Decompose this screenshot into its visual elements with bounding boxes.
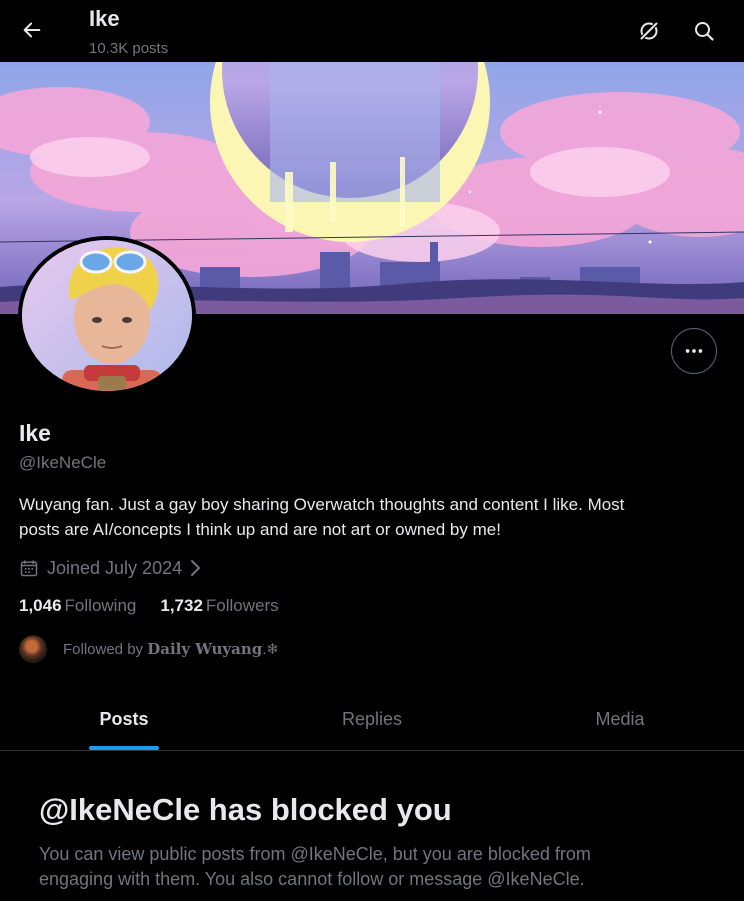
grok-button[interactable]	[631, 13, 667, 49]
blocked-title: @IkeNeCle has blocked you	[39, 792, 452, 827]
bio-line: posts are AI/concepts I think up and are…	[19, 520, 501, 539]
grok-slash-icon	[639, 21, 659, 41]
follow-stats: 1,046 Following 1,732 Followers	[19, 596, 279, 616]
profile-avatar[interactable]	[18, 236, 196, 395]
header-title: Ike	[89, 6, 120, 31]
joined-label: Joined July 2024	[47, 557, 183, 578]
top-bar: Ike 10.3K posts	[0, 0, 744, 62]
followed-by-prefix: Followed by	[63, 641, 144, 658]
search-icon	[695, 22, 714, 41]
calendar-icon	[19, 557, 41, 579]
profile-handle: @IkeNeCle	[19, 453, 107, 472]
followed-by-text: Followed by Daily Wuyang.❄	[63, 640, 279, 658]
profile-bio: Wuyang fan. Just a gay boy sharing Overw…	[19, 492, 719, 542]
tab-media[interactable]: Media	[496, 688, 744, 750]
followed-by-name: Daily Wuyang	[147, 640, 263, 658]
followers-link[interactable]: 1,732 Followers	[160, 596, 278, 616]
following-link[interactable]: 1,046 Following	[19, 596, 136, 616]
profile-tabs: Posts Replies Media	[0, 688, 744, 751]
more-options-button[interactable]	[671, 328, 717, 374]
blocked-message-line: You can view public posts from @IkeNeCle…	[39, 844, 591, 864]
followed-by[interactable]: Followed by Daily Wuyang.❄	[19, 634, 279, 664]
blocked-message-line: engaging with them. You also cannot foll…	[39, 869, 585, 889]
avatar-image	[22, 240, 192, 391]
tab-posts[interactable]: Posts	[0, 688, 248, 750]
tab-label: Replies	[341, 708, 403, 729]
chevron-right-icon	[188, 559, 202, 577]
search-button[interactable]	[686, 13, 722, 49]
joined-date[interactable]: Joined July 2024	[19, 556, 202, 580]
arrow-left-icon	[23, 22, 41, 38]
following-count: 1,046	[19, 596, 62, 615]
blocked-message: You can view public posts from @IkeNeCle…	[39, 842, 679, 892]
profile-name: Ike	[19, 420, 51, 446]
active-tab-indicator	[89, 746, 159, 750]
follower-avatar	[19, 635, 47, 663]
followers-count: 1,732	[160, 596, 203, 615]
more-horizontal-icon	[685, 349, 703, 353]
bio-line: Wuyang fan. Just a gay boy sharing Overw…	[19, 495, 625, 514]
followed-by-suffix: .❄	[262, 641, 280, 658]
tab-replies[interactable]: Replies	[248, 688, 496, 750]
header-posts-count: 10.3K posts	[89, 40, 169, 57]
tab-label: Posts	[99, 708, 149, 729]
following-label: Following	[64, 596, 137, 615]
back-button[interactable]	[14, 12, 50, 48]
tab-label: Media	[595, 708, 645, 729]
followers-label: Followers	[205, 596, 279, 615]
